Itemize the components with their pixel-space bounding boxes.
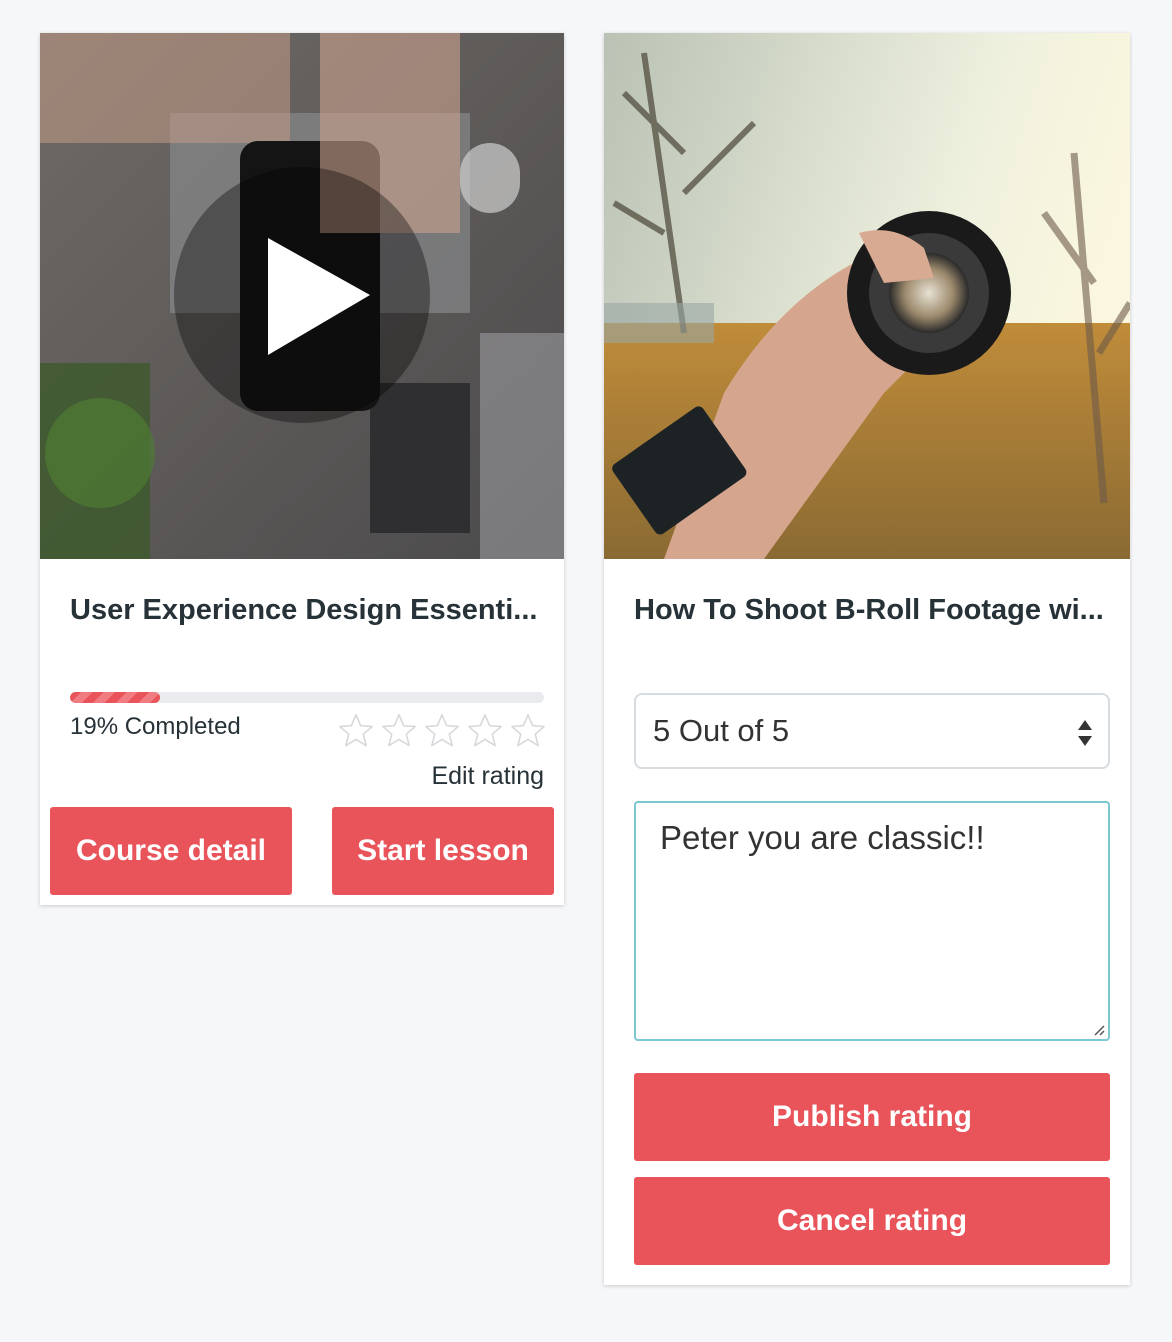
play-icon[interactable] (40, 33, 564, 559)
resize-grip-icon[interactable] (1091, 1022, 1105, 1036)
star-outline-icon[interactable] (337, 712, 375, 750)
progress-bar (70, 692, 544, 703)
course-thumbnail-ux[interactable] (40, 33, 564, 559)
course-detail-button[interactable]: Course detail (50, 807, 292, 895)
start-lesson-button[interactable]: Start lesson (332, 807, 554, 895)
progress-text: 19% Completed (70, 713, 241, 740)
course-card-b-roll: How To Shoot B-Roll Footage wi... 5 Out … (604, 33, 1130, 1285)
review-textarea[interactable]: Peter you are classic!! (634, 801, 1110, 1041)
star-outline-icon[interactable] (423, 712, 461, 750)
star-rating[interactable] (337, 712, 547, 750)
rating-select[interactable]: 5 Out of 5 (634, 693, 1110, 769)
rating-select-value: 5 Out of 5 (653, 713, 790, 748)
edit-rating-link[interactable]: Edit rating (431, 762, 544, 791)
star-outline-icon[interactable] (466, 712, 504, 750)
course-title[interactable]: How To Shoot B-Roll Footage wi... (634, 590, 1104, 631)
course-title[interactable]: User Experience Design Essenti... (70, 590, 550, 631)
cancel-rating-button[interactable]: Cancel rating (634, 1177, 1110, 1265)
course-card-ux-design: User Experience Design Essenti... 19% Co… (40, 33, 564, 905)
course-thumbnail-b-roll[interactable] (604, 33, 1130, 559)
publish-rating-button[interactable]: Publish rating (634, 1073, 1110, 1161)
review-text: Peter you are classic!! (660, 819, 985, 856)
thumbnail-image (604, 33, 1130, 559)
star-outline-icon[interactable] (509, 712, 547, 750)
progress-bar-fill (70, 692, 161, 703)
select-arrows-icon (1078, 720, 1092, 746)
star-outline-icon[interactable] (380, 712, 418, 750)
